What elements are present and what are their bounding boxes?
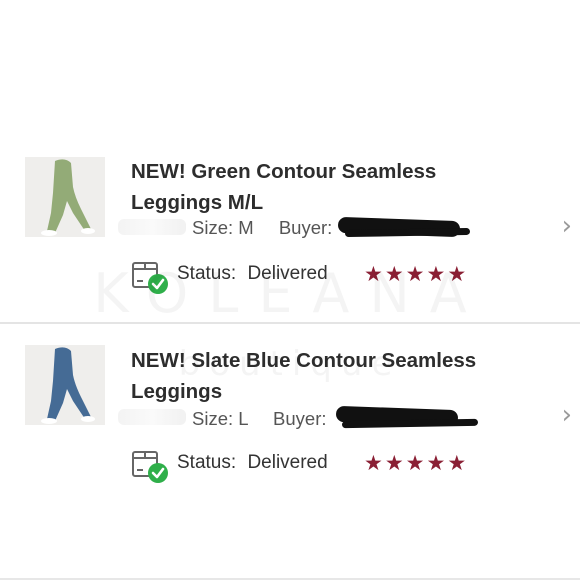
star-icon: ★ <box>426 451 446 475</box>
status-label: Status: <box>177 452 237 473</box>
blurred-text <box>118 409 186 425</box>
size-value: M <box>238 217 254 238</box>
star-icon: ★ <box>384 262 404 286</box>
status-label: Status: <box>177 263 237 284</box>
status-value: Delivered <box>247 263 328 284</box>
product-thumbnail[interactable] <box>25 345 105 425</box>
buyer-label: Buyer: <box>278 217 333 238</box>
order-meta: Size: L Buyer: <box>192 408 327 430</box>
order-status: Status: Delivered <box>177 263 328 285</box>
star-icon: ★ <box>405 451 425 475</box>
rating-stars: ★★★★★ <box>364 262 468 286</box>
star-icon: ★ <box>364 262 383 286</box>
size-label: Size: <box>192 408 234 429</box>
size-label: Size: <box>192 217 234 238</box>
order-list: NEW! Green Contour Seamless Leggings M/L… <box>0 147 580 492</box>
delivered-package-icon <box>131 448 171 484</box>
product-title[interactable]: NEW! Green Contour Seamless Leggings M/L <box>131 156 531 218</box>
star-icon: ★ <box>364 451 383 475</box>
status-value: Delivered <box>247 452 328 473</box>
star-icon: ★ <box>447 262 467 286</box>
star-icon: ★ <box>447 451 467 475</box>
buyer-redaction <box>341 418 479 429</box>
buyer-label: Buyer: <box>273 408 327 429</box>
chevron-right-icon[interactable]: › <box>562 400 572 430</box>
delivered-package-icon <box>131 259 171 295</box>
rating-stars: ★★★★★ <box>364 451 468 475</box>
blurred-text <box>118 219 186 235</box>
order-meta: Size: M Buyer: <box>192 217 332 239</box>
product-thumbnail[interactable] <box>25 157 105 237</box>
order-item[interactable]: NEW! Green Contour Seamless Leggings M/L… <box>0 147 580 322</box>
size-value: L <box>238 408 248 429</box>
chevron-right-icon[interactable]: › <box>562 211 572 241</box>
star-icon: ★ <box>405 262 425 286</box>
star-icon: ★ <box>426 262 446 286</box>
star-icon: ★ <box>384 451 404 475</box>
order-item[interactable]: NEW! Slate Blue Contour Seamless Legging… <box>0 324 580 492</box>
order-status: Status: Delivered <box>177 452 328 474</box>
product-title[interactable]: NEW! Slate Blue Contour Seamless Legging… <box>131 345 531 407</box>
